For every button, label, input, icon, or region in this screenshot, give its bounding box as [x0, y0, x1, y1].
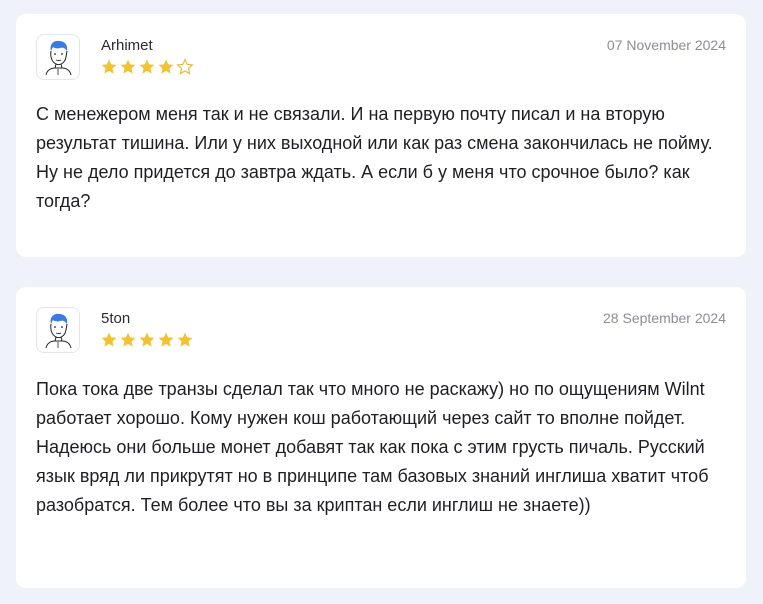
- star-filled-icon: [177, 332, 193, 347]
- rating-stars: [100, 58, 194, 76]
- review-date: 07 November 2024: [606, 37, 726, 53]
- review-date: 28 September 2024: [603, 310, 726, 326]
- user-avatar-icon: [36, 307, 80, 353]
- user-avatar-icon: [36, 34, 80, 80]
- star-filled-icon: [120, 332, 136, 347]
- star-filled-icon: [101, 332, 117, 347]
- review-card: Arhimet 07 November 2024 С менежером мен…: [16, 14, 746, 257]
- review-card: 5ton 28 September 2024 Пока тока две тра…: [16, 287, 746, 588]
- review-author: 5ton: [101, 310, 131, 327]
- review-author: Arhimet: [101, 37, 153, 54]
- star-filled-icon: [158, 332, 174, 347]
- star-filled-icon: [101, 59, 117, 74]
- review-text: Пока тока две транзы сделал так что мног…: [36, 379, 709, 515]
- star-filled-icon: [139, 59, 155, 74]
- star-empty-icon: [176, 58, 194, 75]
- review-text: С менежером меня так и не связали. И на …: [36, 104, 713, 211]
- star-filled-icon: [139, 332, 155, 347]
- rating-stars: [100, 331, 194, 349]
- star-filled-icon: [120, 59, 136, 74]
- star-filled-icon: [158, 59, 174, 74]
